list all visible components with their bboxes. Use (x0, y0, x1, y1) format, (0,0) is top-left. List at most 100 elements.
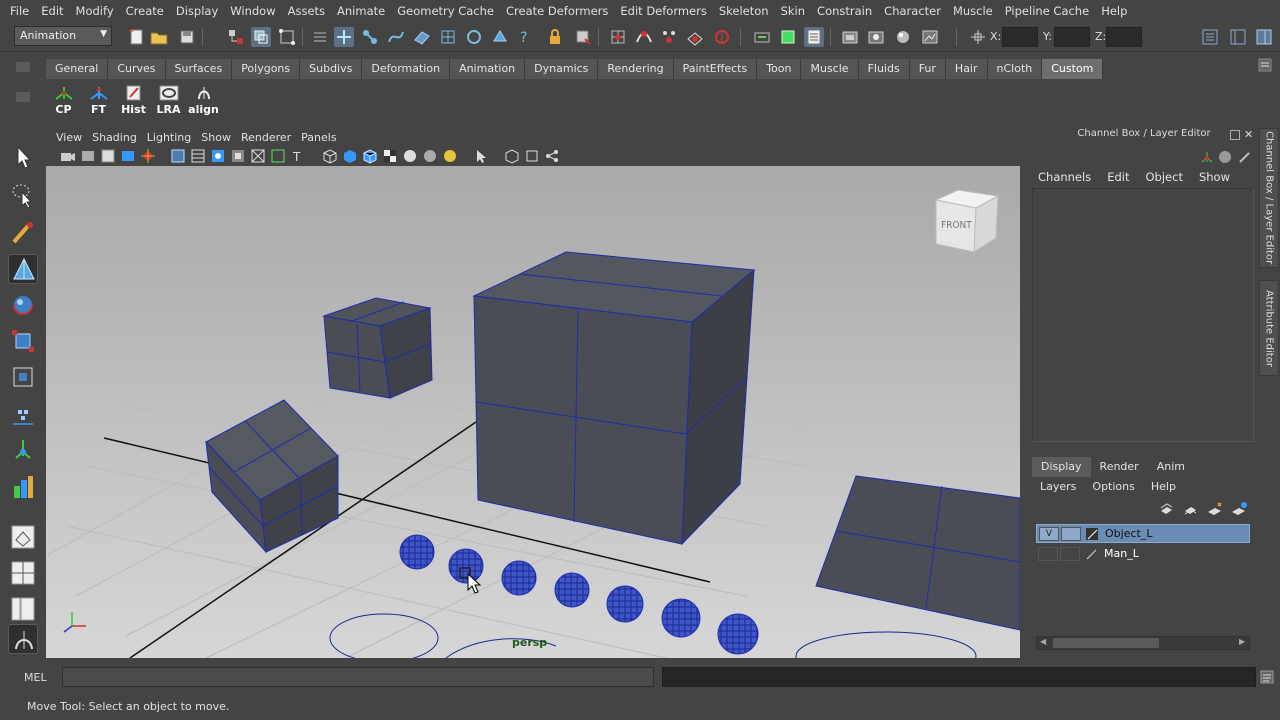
highlight-selection-icon[interactable] (573, 27, 593, 47)
field-chart-icon[interactable] (250, 148, 266, 164)
menu-muscle[interactable]: Muscle (947, 4, 999, 18)
four-view-layout-icon[interactable] (8, 558, 38, 588)
show-manipulator-icon[interactable] (8, 436, 38, 466)
layer-tab-anim[interactable]: Anim (1148, 457, 1194, 477)
snap-to-grids-icon[interactable] (608, 27, 628, 47)
menu-skeleton[interactable]: Skeleton (713, 4, 775, 18)
select-surfaces-icon[interactable] (412, 27, 432, 47)
menu-assets[interactable]: Assets (282, 4, 331, 18)
select-dynamics-icon[interactable] (464, 27, 484, 47)
command-input[interactable] (62, 667, 654, 687)
layer-tab-render[interactable]: Render (1091, 457, 1148, 477)
layer-list-scrollbar[interactable]: ◀ ▶ (1036, 636, 1250, 650)
shelf-button-lra[interactable]: LRA (151, 82, 186, 116)
wireframe-on-shaded-icon[interactable] (362, 148, 378, 164)
show-hide-tool-settings-icon[interactable] (1228, 27, 1248, 47)
bookmark-icon[interactable] (80, 148, 96, 164)
panel-menu-lighting[interactable]: Lighting (147, 131, 201, 144)
x-field[interactable] (1002, 27, 1038, 47)
command-language-label[interactable]: MEL (24, 671, 47, 684)
hypershade-layout-icon[interactable] (8, 624, 38, 654)
rotate-tool-icon[interactable] (8, 290, 38, 320)
menu-display[interactable]: Display (170, 4, 224, 18)
shelf-tab-fur[interactable]: Fur (909, 59, 946, 79)
channel-box-menu-channels[interactable]: Channels (1030, 168, 1099, 186)
snap-to-view-planes-icon[interactable] (685, 27, 705, 47)
select-rendering-icon[interactable] (490, 27, 510, 47)
y-field[interactable] (1054, 27, 1090, 47)
xray-icon[interactable] (504, 148, 520, 164)
wireframe-icon[interactable] (322, 148, 338, 164)
panel-menu-shading[interactable]: Shading (92, 131, 147, 144)
channel-box-menu-edit[interactable]: Edit (1099, 168, 1137, 186)
channel-box-menu-object[interactable]: Object (1138, 168, 1191, 186)
select-joints-icon[interactable] (360, 27, 380, 47)
menu-pipeline-cache[interactable]: Pipeline Cache (999, 4, 1095, 18)
selection-mask-icon[interactable] (310, 27, 330, 47)
shelf-tab-animation[interactable]: Animation (450, 59, 526, 79)
shelf-tab-dynamics[interactable]: Dynamics (525, 59, 599, 79)
perspective-viewport[interactable]: FRONT persp (46, 166, 1020, 658)
shelf-tab-muscle[interactable]: Muscle (801, 59, 859, 79)
new-layer-icon[interactable] (1206, 501, 1224, 517)
scroll-right-icon[interactable]: ▶ (1239, 637, 1245, 646)
move-layer-up-icon[interactable] (1158, 501, 1174, 517)
layer-display-type-toggle[interactable] (1060, 547, 1080, 561)
pencil-icon[interactable] (1238, 150, 1252, 164)
shelf-tab-deformation[interactable]: Deformation (362, 59, 451, 79)
shelf-tab-toon[interactable]: Toon (757, 59, 802, 79)
sphere-toggle-icon[interactable] (1218, 150, 1232, 164)
channel-box-menu-show[interactable]: Show (1191, 168, 1238, 186)
tab-channel-box[interactable]: Channel Box / Layer Editor (1259, 128, 1279, 268)
layer-menu-layers[interactable]: Layers (1032, 478, 1084, 496)
camera-attributes-icon[interactable] (60, 148, 76, 164)
shelf-button-align[interactable]: align (186, 82, 221, 116)
layer-color-icon[interactable] (1085, 527, 1099, 541)
select-by-component-icon[interactable] (277, 27, 297, 47)
z-field[interactable] (1106, 27, 1142, 47)
script-editor-icon[interactable] (1260, 670, 1274, 684)
layer-menu-help[interactable]: Help (1143, 478, 1184, 496)
display-render-settings-icon[interactable] (920, 27, 940, 47)
layer-tab-display[interactable]: Display (1032, 457, 1091, 477)
2d-pan-zoom-icon[interactable] (120, 148, 136, 164)
menu-create-deformers[interactable]: Create Deformers (500, 4, 614, 18)
new-scene-icon[interactable] (126, 27, 146, 47)
smooth-shade-icon[interactable] (342, 148, 358, 164)
move-layer-down-icon[interactable] (1182, 501, 1198, 517)
channel-box-area[interactable] (1032, 188, 1254, 442)
render-current-frame-icon[interactable] (804, 27, 824, 47)
layer-visibility-toggle[interactable]: V (1039, 527, 1059, 541)
default-lighting-icon[interactable] (402, 148, 418, 164)
show-hide-attribute-editor-icon[interactable] (1200, 27, 1220, 47)
safe-action-icon[interactable] (270, 148, 286, 164)
construction-history-icon[interactable] (778, 27, 798, 47)
float-panel-icon[interactable] (1230, 130, 1240, 140)
shelf-button-cp[interactable]: CP (46, 82, 81, 116)
safe-title-icon[interactable]: T (290, 148, 306, 164)
lasso-tool-icon[interactable] (8, 180, 38, 210)
select-tool-icon[interactable] (8, 142, 38, 172)
axes-icon[interactable] (1200, 150, 1214, 164)
gate-mask-icon[interactable] (230, 148, 246, 164)
isolate-select-icon[interactable] (474, 148, 490, 164)
menu-skin[interactable]: Skin (775, 4, 811, 18)
tab-attribute-editor[interactable]: Attribute Editor (1259, 280, 1279, 376)
shelf-tab-painteffects[interactable]: PaintEffects (673, 59, 758, 79)
paint-select-tool-icon[interactable] (8, 218, 38, 248)
select-deformations-icon[interactable] (438, 27, 458, 47)
hypershade-icon[interactable] (893, 27, 913, 47)
shelf-handle[interactable] (16, 62, 30, 72)
shelf-tab-hair[interactable]: Hair (945, 59, 988, 79)
move-tool-icon[interactable] (8, 254, 38, 284)
menu-set-dropdown[interactable]: Animation ▼ (14, 26, 112, 46)
render-settings-icon[interactable] (866, 27, 886, 47)
menu-modify[interactable]: Modify (70, 4, 120, 18)
scale-tool-icon[interactable] (8, 326, 38, 356)
last-tool-used-icon[interactable] (8, 472, 38, 502)
shelf-button-hist[interactable]: Hist (116, 82, 151, 116)
image-plane-icon[interactable] (100, 148, 116, 164)
panel-menu-panels[interactable]: Panels (301, 131, 346, 144)
shadows-icon[interactable] (442, 148, 458, 164)
panel-menu-view[interactable]: View (56, 131, 92, 144)
